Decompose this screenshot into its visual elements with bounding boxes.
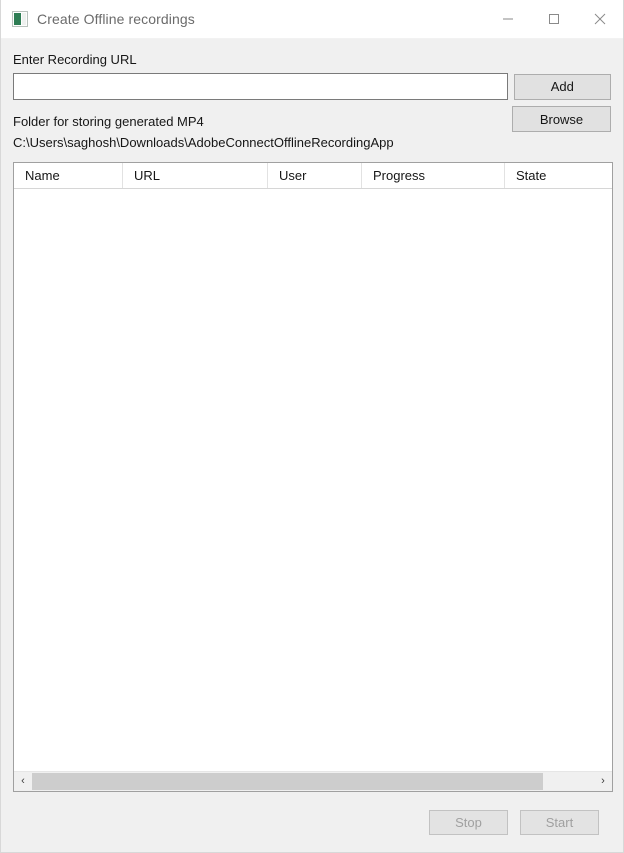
column-header-url[interactable]: URL <box>123 163 268 188</box>
scroll-left-arrow-icon[interactable]: ‹ <box>14 772 32 791</box>
close-icon <box>594 13 606 25</box>
folder-row: Folder for storing generated MP4 C:\User… <box>13 101 611 150</box>
stop-button[interactable]: Stop <box>429 809 508 835</box>
folder-label: Folder for storing generated MP4 <box>13 114 204 129</box>
close-button[interactable] <box>577 0 623 38</box>
maximize-button[interactable] <box>531 0 577 38</box>
scrollbar-thumb[interactable] <box>32 773 544 790</box>
browse-button[interactable]: Browse <box>512 106 611 132</box>
horizontal-scrollbar[interactable]: ‹ › <box>14 771 612 791</box>
browse-wrap: Browse <box>506 101 611 132</box>
window-controls <box>485 0 623 38</box>
column-header-progress[interactable]: Progress <box>362 163 505 188</box>
footer-actions: Stop Start <box>13 792 611 852</box>
scroll-right-arrow-icon[interactable]: › <box>594 772 612 791</box>
add-button[interactable]: Add <box>513 73 611 100</box>
folder-info: Folder for storing generated MP4 C:\User… <box>13 101 506 150</box>
folder-path-text: C:\Users\saghosh\Downloads\AdobeConnectO… <box>13 135 394 150</box>
recording-url-input[interactable] <box>13 73 508 100</box>
table-header-row: Name URL User Progress State <box>14 163 612 189</box>
start-button[interactable]: Start <box>520 809 599 835</box>
url-row: Add <box>13 73 611 100</box>
minimize-icon <box>503 18 513 20</box>
scrollbar-track[interactable] <box>32 772 594 791</box>
column-header-user[interactable]: User <box>268 163 362 188</box>
app-window: Create Offline recordings Enter Recordin… <box>0 0 624 853</box>
recordings-table: Name URL User Progress State ‹ › <box>13 162 613 792</box>
maximize-icon <box>549 14 559 24</box>
url-label: Enter Recording URL <box>13 52 137 67</box>
column-header-state[interactable]: State <box>505 163 612 188</box>
title-bar: Create Offline recordings <box>1 0 623 39</box>
minimize-button[interactable] <box>485 0 531 38</box>
window-title: Create Offline recordings <box>37 11 195 27</box>
column-header-name[interactable]: Name <box>14 163 123 188</box>
main-content: Enter Recording URL Add Folder for stori… <box>1 39 623 852</box>
table-body <box>14 189 612 771</box>
app-window-icon <box>12 11 28 27</box>
